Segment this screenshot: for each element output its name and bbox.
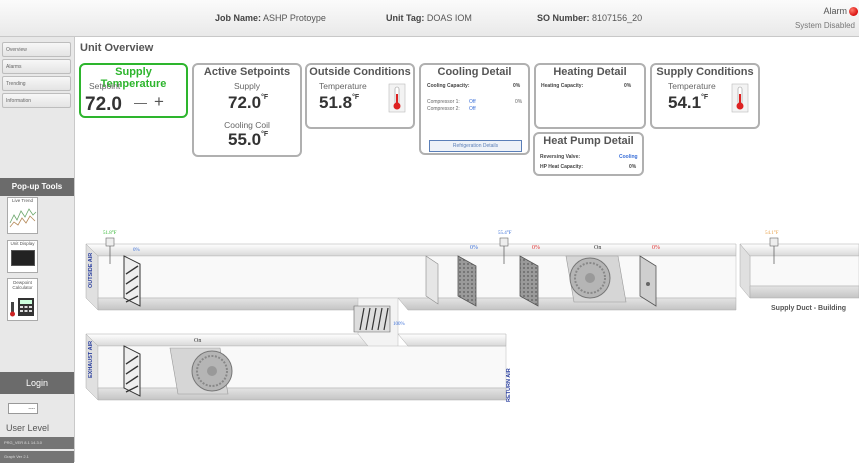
recirculation-percent: 100% <box>393 322 405 327</box>
compressor1-state: Off <box>469 99 476 105</box>
calculator-icon <box>10 298 34 317</box>
heating-capacity-label: Heating Capacity: <box>541 83 584 89</box>
user-level-field[interactable]: ---- <box>8 403 38 414</box>
trend-chart-icon <box>9 208 37 228</box>
setpoint-decrease-button[interactable]: — <box>134 95 147 110</box>
program-version: PRG_VER 8.1 14.3.0 <box>0 437 74 449</box>
unit-tag: Unit Tag: DOAS IOM <box>386 13 472 23</box>
compressor2-label: Compressor 2: <box>427 106 460 112</box>
hp-heat-capacity-value: 0% <box>629 164 637 170</box>
filter-percent: 0% <box>470 245 478 251</box>
cooling-coil-value: 55.0°F <box>228 130 269 149</box>
cooling-capacity-value: 0% <box>513 83 521 89</box>
exhaust-air-label: EXHAUST AIR <box>88 341 94 378</box>
nav-alarms[interactable]: Alarms <box>2 59 71 74</box>
supply-conditions-temperature-label: Temperature <box>668 81 716 91</box>
supply-conditions-temperature-value: 54.1°F <box>668 93 709 112</box>
supply-label: Supply <box>234 81 260 91</box>
thermometer-icon <box>731 83 749 113</box>
exhaust-duct <box>85 333 507 401</box>
filter <box>425 255 439 305</box>
supply-setpoint-value: 72.0°F <box>228 93 269 112</box>
nav-trending[interactable]: Trending <box>2 76 71 91</box>
heating-detail-title: Heating Detail <box>553 66 627 78</box>
heating-capacity-value: 0% <box>624 83 632 89</box>
reversing-valve-value: Cooling <box>619 154 638 160</box>
outside-conditions-card: Outside Conditions Temperature 51.8°F <box>305 63 415 129</box>
supply-air-temp: 54.1°F <box>765 231 779 236</box>
supply-conditions-title: Supply Conditions <box>656 66 754 78</box>
outside-air-damper-percent: 0% <box>133 248 140 253</box>
supply-temperature-card: Supply Temperature Setpoint 72.0 — + <box>79 63 188 118</box>
heater-percent: 0% <box>652 245 660 251</box>
heating-detail-card: Heating Detail Heating Capacity: 0% <box>534 63 646 129</box>
alarm-label[interactable]: Alarm <box>823 6 847 16</box>
display-icon <box>10 250 35 266</box>
outside-air-temp: 51.8°F <box>103 231 117 236</box>
setpoint-value: 72.0 <box>85 94 122 115</box>
so-number: SO Number: 8107156_20 <box>537 13 643 23</box>
supply-duct-building-label: Supply Duct - Building <box>771 305 846 312</box>
hp-heat-capacity-label: HP Heat Capacity: <box>540 164 583 170</box>
reversing-valve-label: Reversing Valve: <box>540 154 581 160</box>
mixed-air-temp: 55.4°F <box>498 231 512 236</box>
cooling-capacity-label: Cooling Capacity: <box>427 83 470 89</box>
cooling-detail-card: Cooling Detail Cooling Capacity: 0% Comp… <box>419 63 530 155</box>
supply-duct <box>85 243 737 311</box>
nav-overview[interactable]: Overview <box>2 42 71 57</box>
cooling-coil-label: Cooling Coil <box>224 120 270 130</box>
exhaust-fan-state: On <box>194 338 201 344</box>
outside-temperature-label: Temperature <box>319 81 367 91</box>
compressor1-percent: 0% <box>515 99 523 105</box>
thermometer-icon <box>388 83 406 113</box>
unit-display-label: Unit Display <box>10 241 35 246</box>
unit-display-tool[interactable]: Unit Display <box>7 240 38 273</box>
outside-air-label: OUTSIDE AIR <box>88 253 94 288</box>
page-title: Unit Overview <box>80 42 154 54</box>
popup-tools-title: Pop-up Tools <box>0 178 74 196</box>
login-button[interactable]: Login <box>0 372 74 394</box>
active-setpoints-title: Active Setpoints <box>203 66 291 78</box>
compressor1-label: Compressor 1: <box>427 99 460 105</box>
dewpoint-calculator-tool[interactable]: Dewpoint Calculator <box>7 278 38 321</box>
live-trend-tool[interactable]: Live Trend <box>7 197 38 234</box>
heat-pump-detail-card: Heat Pump Detail Reversing Valve: Coolin… <box>533 132 644 176</box>
refrigeration-details-button[interactable]: Refrigeration Details <box>429 140 522 152</box>
dewpoint-calculator-label: Dewpoint Calculator <box>12 280 33 290</box>
outside-temperature-value: 51.8°F <box>319 93 360 112</box>
coil-percent: 0% <box>532 245 540 251</box>
top-bar: Job Name: ASHP Protoype Unit Tag: DOAS I… <box>0 0 859 37</box>
recirculation-damper <box>353 305 391 333</box>
compressor2-state: Off <box>469 106 476 112</box>
return-air-label: RETURN AIR <box>506 368 512 402</box>
job-name: Job Name: ASHP Protoype <box>215 13 326 23</box>
setpoint-label: Setpoint <box>89 81 121 91</box>
setpoint-increase-button[interactable]: + <box>154 92 164 112</box>
heat-pump-detail-title: Heat Pump Detail <box>543 135 634 147</box>
exhaust-damper <box>123 345 141 397</box>
exhaust-fan-icon <box>169 347 233 395</box>
outside-air-damper <box>123 255 141 307</box>
supply-fan-state: On <box>594 245 601 251</box>
alarm-indicator-icon[interactable] <box>849 7 858 16</box>
nav-information[interactable]: Information <box>2 93 71 108</box>
supply-fan-icon <box>565 255 627 303</box>
system-status: System Disabled <box>794 21 855 30</box>
supply-conditions-card: Supply Conditions Temperature 54.1°F <box>650 63 760 129</box>
unit-schematic: 51.8°F 0% 55.4°F 0% 0% On 0% 54.1°F 100%… <box>85 231 859 402</box>
outside-conditions-title: Outside Conditions <box>309 66 411 78</box>
graphics-version: Graph Ver 2.1 <box>0 451 74 463</box>
user-level-label: User Level <box>6 423 50 433</box>
cooling-detail-title: Cooling Detail <box>437 66 512 78</box>
active-setpoints-card: Active Setpoints Supply 72.0°F Cooling C… <box>192 63 302 157</box>
sidebar: Overview Alarms Trending Information Pop… <box>0 37 75 463</box>
building-supply-duct <box>739 243 859 299</box>
